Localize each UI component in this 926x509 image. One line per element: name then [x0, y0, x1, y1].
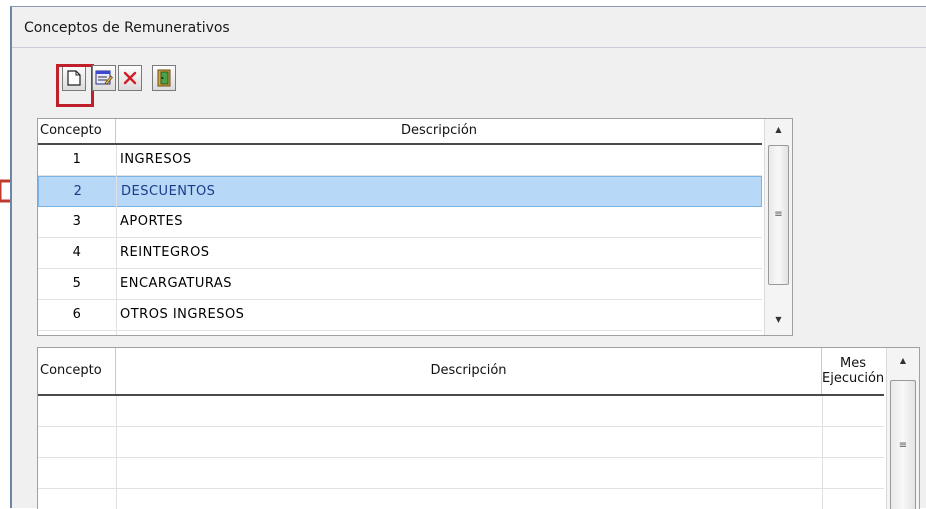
table-row[interactable]: [38, 396, 884, 427]
mes-header-line1: Mes: [840, 356, 866, 371]
table-row[interactable]: 3 APORTES: [38, 207, 762, 238]
column-header-descripcion[interactable]: Descripción: [116, 119, 762, 143]
column-header-descripcion[interactable]: Descripción: [116, 348, 822, 394]
scroll-grip-icon: ≡: [898, 439, 908, 451]
table-row[interactable]: 2 DESCUENTOS: [38, 176, 762, 207]
column-header-concepto[interactable]: Concepto: [38, 348, 116, 394]
column-header-mes-ejecucion[interactable]: Mes Ejecución: [822, 348, 884, 394]
table-row[interactable]: [38, 427, 884, 458]
concepto-cell: 1: [72, 152, 82, 167]
descripcion-cell: INGRESOS: [120, 152, 192, 167]
table-row[interactable]: [38, 489, 884, 509]
edit-button[interactable]: [92, 65, 116, 91]
table-row[interactable]: 1 INGRESOS: [38, 145, 762, 176]
descripcion-cell: ENCARGATURAS: [120, 276, 233, 291]
descripcion-cell: REINTEGROS: [120, 245, 210, 260]
new-button-highlight: [56, 64, 94, 107]
scroll-up-arrow-icon[interactable]: ▲: [887, 356, 919, 365]
concepto-cell: 4: [72, 245, 82, 260]
column-divider: [116, 145, 117, 335]
scrollbar-thumb[interactable]: ≡: [768, 145, 789, 285]
mes-header-line2: Ejecución: [822, 371, 885, 386]
edit-form-icon: [95, 70, 113, 86]
scroll-down-arrow-icon[interactable]: ▼: [765, 315, 792, 324]
table-row[interactable]: [38, 458, 884, 489]
exit-door-icon: [157, 69, 171, 87]
detalle-grid-header: Concepto Descripción Mes Ejecución: [38, 348, 884, 396]
concepto-cell: 2: [73, 184, 83, 199]
concepto-cell: 3: [72, 214, 82, 229]
window-title: Conceptos de Remunerativos: [24, 20, 230, 36]
delete-button[interactable]: [118, 65, 142, 91]
conceptos-grid-header: Concepto Descripción: [38, 119, 762, 145]
main-window: Conceptos de Remunerativos Concepto Desc…: [10, 6, 926, 509]
concepto-cell: 6: [72, 307, 82, 322]
detalle-grid[interactable]: Concepto Descripción Mes Ejecución ▲ ≡: [37, 347, 920, 509]
title-separator: [12, 47, 926, 48]
scroll-up-arrow-icon[interactable]: ▲: [765, 125, 792, 134]
column-header-concepto[interactable]: Concepto: [38, 119, 116, 143]
descripcion-cell: APORTES: [120, 214, 183, 229]
table-row[interactable]: 5 ENCARGATURAS: [38, 269, 762, 300]
descripcion-cell: DESCUENTOS: [121, 184, 216, 199]
descripcion-cell: OTROS INGRESOS: [120, 307, 245, 322]
detalle-grid-scrollbar[interactable]: ▲ ≡: [886, 348, 919, 509]
conceptos-grid[interactable]: Concepto Descripción 1 INGRESOS 2 DESCUENTO…: [37, 118, 793, 336]
table-row[interactable]: 6 OTROS INGRESOS: [38, 300, 762, 331]
delete-x-icon: [123, 71, 137, 85]
scrollbar-thumb[interactable]: ≡: [890, 380, 916, 509]
concepto-cell: 5: [72, 276, 82, 291]
table-row[interactable]: 4 REINTEGROS: [38, 238, 762, 269]
exit-button[interactable]: [152, 65, 176, 91]
conceptos-grid-scrollbar[interactable]: ▲ ≡ ▼: [764, 119, 792, 335]
scroll-grip-icon: ≡: [774, 209, 783, 220]
